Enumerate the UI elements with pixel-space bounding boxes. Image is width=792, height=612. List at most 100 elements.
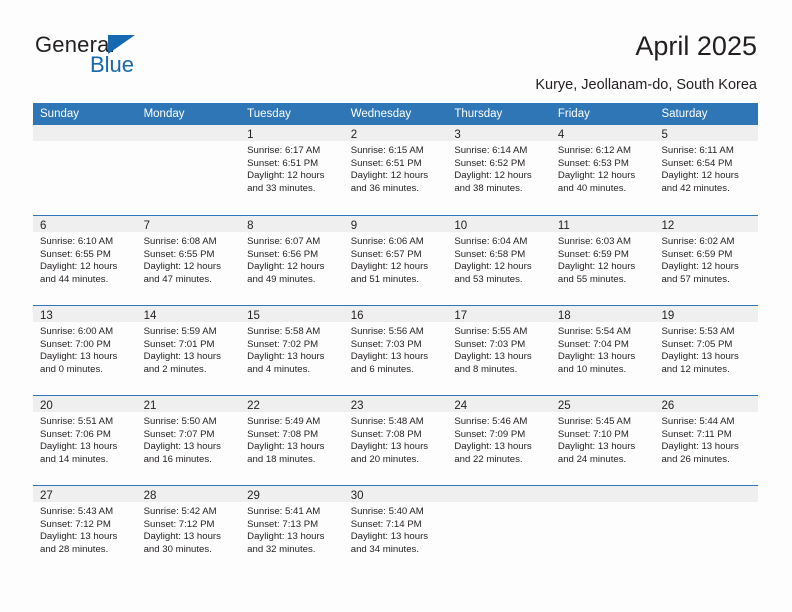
day-number-band: 6	[33, 216, 137, 232]
day-number: 15	[247, 310, 260, 322]
daylight-text-line2: and 30 minutes.	[143, 543, 212, 555]
day-number-band: 26	[654, 396, 759, 412]
sunrise-text: Sunrise: 6:17 AM	[247, 145, 321, 156]
sunset-text: Sunset: 7:11 PM	[661, 428, 732, 440]
calendar-day-cell[interactable]: 22 Sunrise: 5:49 AM Sunset: 7:08 PM Dayligh…	[240, 396, 344, 485]
day-details: Sunrise: 6:07 AM Sunset: 6:56 PM Daylight:…	[240, 232, 344, 286]
calendar-day-cell[interactable]: 29 Sunrise: 5:41 AM Sunset: 7:13 PM Dayligh…	[240, 486, 344, 575]
weekday-header-friday: Friday	[557, 108, 590, 120]
sunrise-text: Sunrise: 6:11 AM	[661, 145, 734, 156]
day-details: Sunrise: 6:15 AM Sunset: 6:51 PM Daylight:…	[344, 141, 448, 195]
calendar-day-cell[interactable]: 11 Sunrise: 6:03 AM Sunset: 6:59 PM Dayligh…	[550, 216, 655, 305]
daylight-text-line2: and 16 minutes.	[143, 453, 212, 465]
sunrise-text: Sunrise: 5:42 AM	[143, 506, 217, 517]
daylight-text-line1: Daylight: 12 hours	[247, 261, 325, 273]
calendar-day-cell[interactable]: 18 Sunrise: 5:54 AM Sunset: 7:04 PM Dayligh…	[550, 306, 655, 395]
calendar-week-row: 27 Sunrise: 5:43 AM Sunset: 7:12 PM Dayligh…	[33, 485, 759, 575]
calendar-day-cell[interactable]: 24 Sunrise: 5:46 AM Sunset: 7:09 PM Dayligh…	[447, 396, 551, 485]
sunrise-text: Sunrise: 5:48 AM	[350, 416, 424, 427]
calendar-day-cell[interactable]: 15 Sunrise: 5:58 AM Sunset: 7:02 PM Dayligh…	[240, 306, 344, 395]
calendar-day-cell[interactable]: 10 Sunrise: 6:04 AM Sunset: 6:58 PM Dayligh…	[447, 216, 551, 305]
calendar-day-cell[interactable]: 4 Sunrise: 6:12 AM Sunset: 6:53 PM Daylight…	[550, 125, 655, 215]
calendar-day-cell[interactable]: 20 Sunrise: 5:51 AM Sunset: 7:06 PM Dayligh…	[33, 396, 137, 485]
sunset-text: Sunset: 7:10 PM	[557, 428, 629, 440]
day-number-band: 27	[33, 486, 137, 502]
daylight-text-line2: and 51 minutes.	[350, 273, 420, 285]
calendar-day-cell[interactable]: 1 Sunrise: 6:17 AM Sunset: 6:51 PM Daylight…	[240, 125, 344, 215]
calendar-day-cell[interactable]: 14 Sunrise: 5:59 AM Sunset: 7:01 PM Dayligh…	[136, 306, 241, 395]
day-number-band: 5	[654, 125, 759, 141]
day-details: Sunrise: 6:00 AM Sunset: 7:00 PM Daylight:…	[33, 322, 137, 376]
daylight-text-line2: and 6 minutes.	[350, 363, 414, 375]
day-details: Sunrise: 6:08 AM Sunset: 6:55 PM Daylight:…	[137, 232, 241, 286]
sunset-text: Sunset: 7:12 PM	[40, 518, 111, 530]
calendar-day-cell[interactable]: 25 Sunrise: 5:45 AM Sunset: 7:10 PM Dayligh…	[550, 396, 655, 485]
sunrise-text: Sunrise: 6:15 AM	[350, 145, 424, 156]
day-details: Sunrise: 5:41 AM Sunset: 7:13 PM Daylight:…	[240, 502, 344, 556]
sunset-text: Sunset: 7:01 PM	[143, 338, 215, 350]
calendar-day-cell[interactable]: 6 Sunrise: 6:10 AM Sunset: 6:55 PM Daylight…	[33, 216, 137, 305]
calendar-day-cell[interactable]: 8 Sunrise: 6:07 AM Sunset: 6:56 PM Daylight…	[240, 216, 344, 305]
daylight-text-line1: Daylight: 13 hours	[350, 441, 429, 453]
daylight-text-line1: Daylight: 13 hours	[143, 351, 221, 363]
sunset-text: Sunset: 6:51 PM	[350, 157, 422, 169]
daylight-text-line2: and 24 minutes.	[557, 453, 627, 465]
sunrise-text: Sunrise: 6:00 AM	[40, 326, 114, 337]
daylight-text-line2: and 53 minutes.	[454, 273, 523, 285]
daylight-text-line1: Daylight: 13 hours	[557, 351, 636, 363]
sunset-text: Sunset: 7:08 PM	[350, 428, 422, 440]
calendar-day-cell[interactable]: 16 Sunrise: 5:56 AM Sunset: 7:03 PM Dayligh…	[343, 306, 448, 395]
sunset-text: Sunset: 6:51 PM	[247, 157, 319, 169]
sunrise-text: Sunrise: 6:07 AM	[247, 236, 321, 247]
calendar-day-cell[interactable]: 17 Sunrise: 5:55 AM Sunset: 7:03 PM Dayligh…	[447, 306, 551, 395]
sunset-text: Sunset: 7:06 PM	[40, 428, 111, 440]
calendar-day-cell[interactable]: 12 Sunrise: 6:02 AM Sunset: 6:59 PM Dayligh…	[654, 216, 759, 305]
day-number-band: 11	[550, 216, 655, 232]
sunset-text: Sunset: 6:56 PM	[247, 248, 319, 260]
calendar-week-row: 1 Sunrise: 6:17 AM Sunset: 6:51 PM Daylight…	[33, 125, 759, 215]
daylight-text-line2: and 20 minutes.	[350, 453, 420, 465]
day-number: 18	[557, 310, 571, 322]
day-number: 13	[40, 310, 53, 322]
calendar-day-cell[interactable]: 27 Sunrise: 5:43 AM Sunset: 7:12 PM Dayligh…	[33, 486, 137, 575]
day-details: Sunrise: 5:59 AM Sunset: 7:01 PM Daylight:…	[137, 322, 241, 376]
calendar-day-cell[interactable]: 9 Sunrise: 6:06 AM Sunset: 6:57 PM Daylight…	[343, 216, 448, 305]
calendar-week-row: 20 Sunrise: 5:51 AM Sunset: 7:06 PM Dayligh…	[33, 395, 759, 485]
day-details: Sunrise: 6:17 AM Sunset: 6:51 PM Daylight:…	[240, 141, 344, 195]
day-number-band	[550, 486, 655, 502]
day-number: 17	[454, 310, 468, 322]
calendar-day-cell[interactable]: 2 Sunrise: 6:15 AM Sunset: 6:51 PM Daylight…	[343, 125, 448, 215]
logo-text-blue: Blue	[90, 52, 135, 77]
day-number-band: 1	[240, 125, 344, 141]
day-number-band: 23	[343, 396, 448, 412]
sunset-text: Sunset: 6:54 PM	[661, 157, 733, 169]
calendar-day-cell[interactable]: 5 Sunrise: 6:11 AM Sunset: 6:54 PM Daylight…	[654, 125, 759, 215]
sunset-text: Sunset: 6:58 PM	[454, 248, 526, 260]
calendar-day-cell[interactable]: 23 Sunrise: 5:48 AM Sunset: 7:08 PM Dayligh…	[343, 396, 448, 485]
calendar-day-cell[interactable]: 3 Sunrise: 6:14 AM Sunset: 6:52 PM Daylight…	[447, 125, 551, 215]
daylight-text-line1: Daylight: 12 hours	[557, 261, 636, 273]
daylight-text-line2: and 33 minutes.	[247, 182, 316, 194]
day-number-band: 28	[136, 486, 241, 502]
day-number-band: 8	[240, 216, 344, 232]
day-number: 14	[143, 310, 157, 322]
day-number: 6	[40, 220, 47, 232]
day-details: Sunrise: 5:46 AM Sunset: 7:09 PM Daylight:…	[447, 412, 551, 466]
day-number: 22	[247, 400, 260, 412]
calendar-day-cell[interactable]: 13 Sunrise: 6:00 AM Sunset: 7:00 PM Dayligh…	[33, 306, 137, 395]
sunset-text: Sunset: 6:59 PM	[661, 248, 733, 260]
sunrise-text: Sunrise: 6:10 AM	[40, 236, 114, 247]
sunrise-text: Sunrise: 6:14 AM	[454, 145, 528, 156]
calendar-day-cell[interactable]: 21 Sunrise: 5:50 AM Sunset: 7:07 PM Dayligh…	[136, 396, 241, 485]
calendar-day-cell[interactable]: 19 Sunrise: 5:53 AM Sunset: 7:05 PM Dayligh…	[654, 306, 759, 395]
calendar-day-cell[interactable]: 7 Sunrise: 6:08 AM Sunset: 6:55 PM Daylight…	[136, 216, 241, 305]
day-details: Sunrise: 6:11 AM Sunset: 6:54 PM Daylight:…	[654, 141, 758, 195]
daylight-text-line2: and 44 minutes.	[40, 273, 109, 285]
calendar-day-cell[interactable]: 26 Sunrise: 5:44 AM Sunset: 7:11 PM Dayligh…	[654, 396, 759, 485]
weekday-header-thursday: Thursday	[454, 108, 503, 120]
sunset-text: Sunset: 6:55 PM	[143, 248, 215, 260]
daylight-text-line1: Daylight: 13 hours	[454, 441, 532, 453]
calendar-day-cell[interactable]: 30 Sunrise: 5:40 AM Sunset: 7:14 PM Dayligh…	[343, 486, 448, 575]
daylight-text-line2: and 10 minutes.	[557, 363, 627, 375]
calendar-day-cell[interactable]: 28 Sunrise: 5:42 AM Sunset: 7:12 PM Dayligh…	[136, 486, 241, 575]
